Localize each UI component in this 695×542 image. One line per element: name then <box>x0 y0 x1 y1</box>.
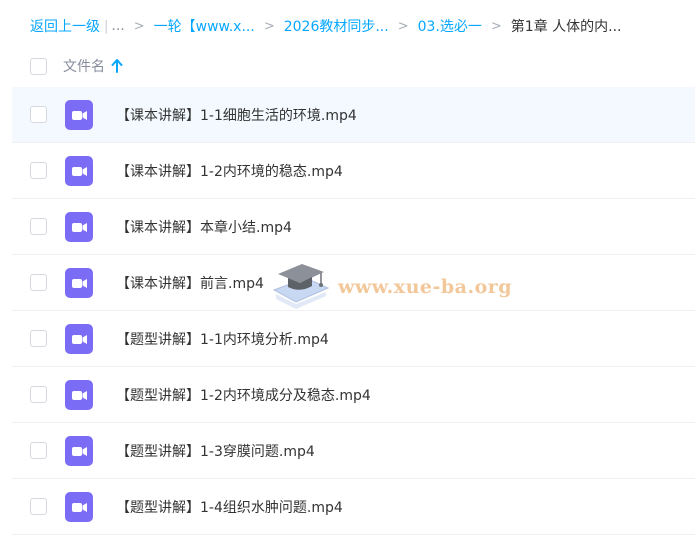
file-name[interactable]: 【课本讲解】1-2内环境的稳态.mp4 <box>116 161 343 181</box>
file-name[interactable]: 【题型讲解】1-3穿膜问题.mp4 <box>116 441 315 461</box>
row-checkbox[interactable] <box>30 274 47 291</box>
file-row-6[interactable]: 【题型讲解】1-2内环境成分及稳态.mp4 <box>12 367 695 423</box>
video-file-icon <box>65 323 93 354</box>
file-row-3[interactable]: 【课本讲解】本章小结.mp4 <box>12 199 695 255</box>
breadcrumb-current: 第1章 人体的内... <box>510 19 622 35</box>
row-checkbox[interactable] <box>30 330 47 347</box>
file-row-7[interactable]: 【题型讲解】1-3穿膜问题.mp4 <box>12 423 695 479</box>
file-name[interactable]: 【题型讲解】1-2内环境成分及稳态.mp4 <box>116 385 371 405</box>
list-header: 文件名 <box>30 55 123 77</box>
row-checkbox[interactable] <box>30 386 47 403</box>
breadcrumb-item-3[interactable]: 03.选必一 <box>418 16 482 36</box>
arrow-up-icon[interactable] <box>111 59 123 73</box>
file-list: 【课本讲解】1-1细胞生活的环境.mp4 【课本讲解】1-2内环境的稳态.mp4… <box>12 87 695 535</box>
video-file-icon <box>65 491 93 522</box>
video-file-icon <box>65 379 93 410</box>
row-checkbox[interactable] <box>30 218 47 235</box>
select-all-checkbox[interactable] <box>30 57 47 75</box>
video-file-icon <box>65 99 93 130</box>
row-checkbox[interactable] <box>30 162 47 179</box>
breadcrumb-arrow: > <box>133 18 145 34</box>
file-name[interactable]: 【课本讲解】1-1细胞生活的环境.mp4 <box>116 105 357 125</box>
breadcrumb-ellipsis[interactable]: ... <box>111 18 124 34</box>
row-checkbox[interactable] <box>30 498 47 515</box>
file-row-1[interactable]: 【课本讲解】1-1细胞生活的环境.mp4 <box>12 87 695 143</box>
breadcrumb-item-2[interactable]: 2026教材同步... <box>284 16 389 36</box>
file-browser: 返回上一级 | ... > 一轮【www.x... > 2026教材同步... … <box>0 0 695 542</box>
file-row-2[interactable]: 【课本讲解】1-2内环境的稳态.mp4 <box>12 143 695 199</box>
video-file-icon <box>65 435 93 466</box>
file-name[interactable]: 【题型讲解】1-4组织水肿问题.mp4 <box>116 497 343 517</box>
file-row-4[interactable]: 【课本讲解】前言.mp4 <box>12 255 695 311</box>
file-name[interactable]: 【课本讲解】前言.mp4 <box>116 273 264 293</box>
video-file-icon <box>65 267 93 298</box>
breadcrumb-arrow: > <box>397 18 409 34</box>
breadcrumb-item-1[interactable]: 一轮【www.x... <box>154 16 255 36</box>
breadcrumb-arrow: > <box>490 18 502 34</box>
breadcrumb-arrow: > <box>263 18 275 34</box>
breadcrumb-divider: | <box>104 18 109 34</box>
file-name[interactable]: 【题型讲解】1-1内环境分析.mp4 <box>116 329 329 349</box>
row-checkbox[interactable] <box>30 442 47 459</box>
video-file-icon <box>65 155 93 186</box>
row-checkbox[interactable] <box>30 106 47 123</box>
file-row-5[interactable]: 【题型讲解】1-1内环境分析.mp4 <box>12 311 695 367</box>
filename-column-header[interactable]: 文件名 <box>63 56 105 76</box>
breadcrumb: 返回上一级 | ... > 一轮【www.x... > 2026教材同步... … <box>30 15 622 37</box>
back-link[interactable]: 返回上一级 <box>30 16 100 36</box>
video-file-icon <box>65 211 93 242</box>
file-row-8[interactable]: 【题型讲解】1-4组织水肿问题.mp4 <box>12 479 695 535</box>
file-name[interactable]: 【课本讲解】本章小结.mp4 <box>116 217 292 237</box>
